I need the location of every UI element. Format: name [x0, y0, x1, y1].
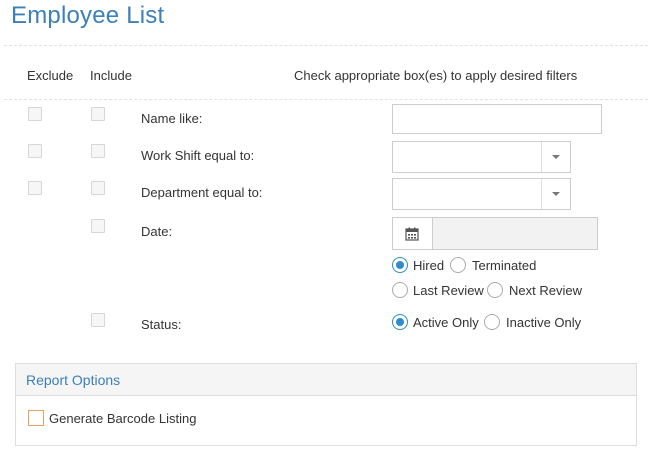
date-type-option-next-review[interactable]: Next Review: [509, 283, 582, 298]
date-label: Date:: [141, 224, 173, 239]
generate-barcode-label[interactable]: Generate Barcode Listing: [49, 411, 196, 426]
chevron-down-icon[interactable]: [541, 142, 570, 172]
date-type-option-last-review[interactable]: Last Review: [413, 283, 484, 298]
date-type-option-terminated[interactable]: Terminated: [472, 258, 536, 273]
date-type-radio-hired[interactable]: [392, 257, 408, 273]
date-type-radio-terminated[interactable]: [450, 257, 466, 273]
exclude-name-checkbox[interactable]: [28, 107, 42, 121]
exclude-department-checkbox[interactable]: [28, 181, 42, 195]
status-option-inactive[interactable]: Inactive Only: [506, 315, 581, 330]
status-option-active[interactable]: Active Only: [413, 315, 479, 330]
status-radio-inactive[interactable]: [484, 314, 500, 330]
include-status-checkbox[interactable]: [91, 313, 105, 327]
name-like-input[interactable]: [392, 104, 602, 134]
include-name-checkbox[interactable]: [91, 107, 105, 121]
date-field[interactable]: [392, 217, 598, 251]
report-options-panel: Report Options Generate Barcode Listing: [15, 363, 637, 446]
include-date-checkbox[interactable]: [91, 219, 105, 233]
report-options-header: Report Options: [16, 364, 636, 396]
date-type-option-hired[interactable]: Hired: [413, 258, 444, 273]
include-work-shift-checkbox[interactable]: [91, 144, 105, 158]
status-label: Status:: [141, 317, 182, 332]
date-type-radio-next-review[interactable]: [487, 282, 503, 298]
exclude-column-header: Exclude: [27, 68, 74, 83]
page-title: Employee List: [11, 2, 165, 29]
include-column-header: Include: [90, 68, 132, 83]
status-radio-active[interactable]: [392, 314, 408, 330]
date-type-radio-last-review[interactable]: [392, 282, 408, 298]
title-divider: [4, 45, 648, 46]
department-label: Department equal to:: [141, 185, 263, 200]
department-select[interactable]: [392, 178, 571, 210]
work-shift-select[interactable]: [392, 141, 571, 173]
report-options-title: Report Options: [26, 372, 121, 388]
include-department-checkbox[interactable]: [91, 181, 105, 195]
generate-barcode-checkbox[interactable]: [28, 410, 44, 426]
filter-instruction: Check appropriate box(es) to apply desir…: [294, 68, 578, 83]
calendar-button[interactable]: [393, 218, 433, 249]
header-divider: [4, 99, 648, 100]
exclude-work-shift-checkbox[interactable]: [28, 144, 42, 158]
name-like-label: Name like:: [141, 111, 203, 126]
calendar-icon: [405, 227, 419, 241]
date-input[interactable]: [434, 218, 598, 251]
work-shift-label: Work Shift equal to:: [141, 148, 255, 163]
chevron-down-icon[interactable]: [541, 179, 570, 209]
